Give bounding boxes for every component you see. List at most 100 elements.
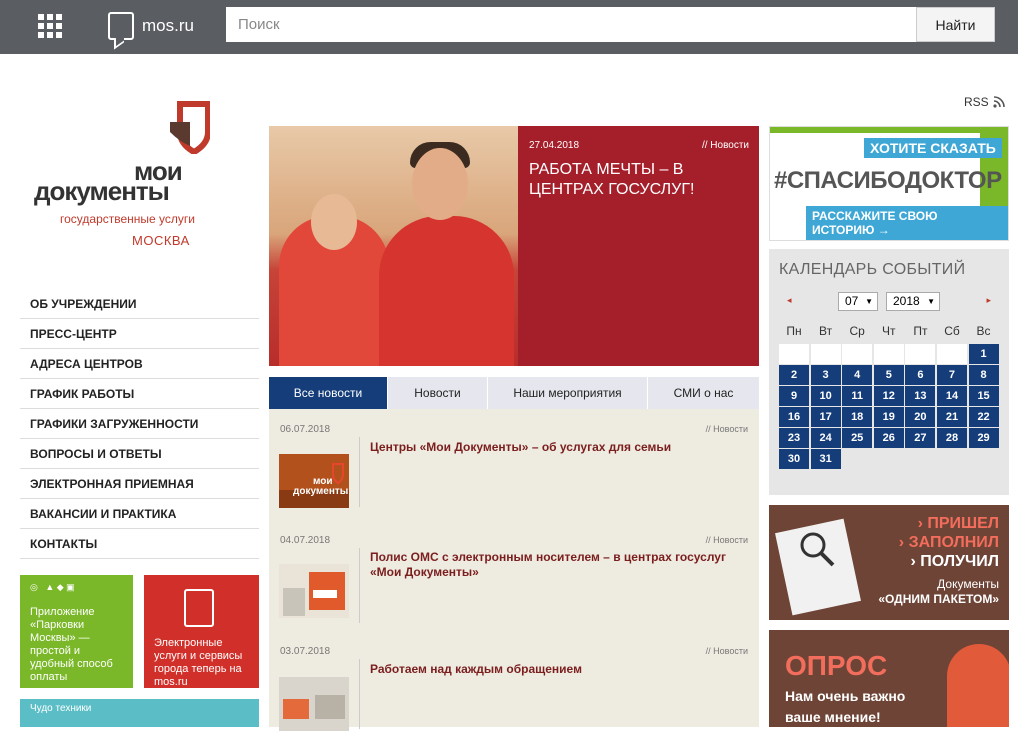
nav-item-faq[interactable]: ВОПРОСЫ И ОТВЕТЫ xyxy=(20,439,259,469)
calendar-day[interactable]: 9 xyxy=(779,386,809,406)
calendar-day[interactable]: 5 xyxy=(873,365,904,385)
calendar-day[interactable]: 15 xyxy=(968,386,999,406)
paket-line1: › ПРИШЕЛ xyxy=(917,515,999,532)
promo-eservices[interactable]: Электронные услуги и сервисы города тепе… xyxy=(144,575,259,688)
calendar-day[interactable]: 23 xyxy=(779,428,809,448)
calendar-day[interactable]: 25 xyxy=(842,428,873,448)
calendar-day[interactable]: 7 xyxy=(936,365,967,385)
tab-media[interactable]: СМИ о нас xyxy=(648,377,759,409)
spasibo-bottom-text: РАССКАЖИТЕ СВОЮ ИСТОРИЮ → xyxy=(806,206,1008,240)
calendar-weekday: Вт xyxy=(819,324,833,338)
calendar-day[interactable]: 30 xyxy=(779,449,809,469)
calendar-prev-icon[interactable]: ◂ xyxy=(787,295,792,306)
news-date: 03.07.2018 xyxy=(280,646,331,657)
news-category[interactable]: // Новости xyxy=(706,535,748,545)
news-category[interactable]: // Новости xyxy=(706,646,748,656)
calendar-empty-cell xyxy=(905,344,936,364)
calendar-day[interactable]: 1 xyxy=(968,344,999,364)
calendar-day[interactable]: 28 xyxy=(936,428,967,448)
nav-item-load-charts[interactable]: ГРАФИКИ ЗАГРУЖЕННОСТИ xyxy=(20,409,259,439)
calendar-day[interactable]: 29 xyxy=(968,428,999,448)
search-button[interactable]: Найти xyxy=(916,7,995,42)
calendar-month-select[interactable]: 07 ▼ xyxy=(838,292,878,311)
news-list: 06.07.2018 // Новости мои документы Цент… xyxy=(269,409,759,731)
news-title[interactable]: Работаем над каждым обращением xyxy=(370,662,750,677)
nav-item-e-reception[interactable]: ЭЛЕКТРОННАЯ ПРИЕМНАЯ xyxy=(20,469,259,499)
search-input[interactable] xyxy=(226,7,916,42)
news-category[interactable]: // Новости xyxy=(706,424,748,434)
news-title[interactable]: Полис ОМС с электронным носителем – в це… xyxy=(370,550,750,580)
calendar-day[interactable]: 22 xyxy=(968,407,999,427)
nav-item-about[interactable]: ОБ УЧРЕЖДЕНИИ xyxy=(20,289,259,319)
svg-text:документы: документы xyxy=(293,486,348,497)
rss-label: RSS xyxy=(964,95,989,109)
calendar-day[interactable]: 10 xyxy=(810,386,841,406)
calendar-day[interactable]: 20 xyxy=(905,407,936,427)
paket-line3: › ПОЛУЧИЛ xyxy=(910,553,999,570)
calendar-day[interactable]: 11 xyxy=(842,386,873,406)
calendar-title: КАЛЕНДАРЬ СОБЫТИЙ xyxy=(779,261,966,278)
moi-dokumenty-logo[interactable]: мои документы государственные услуги МОС… xyxy=(20,96,240,256)
mosru-logo-text: mos.ru xyxy=(142,16,194,35)
calendar-day[interactable]: 13 xyxy=(905,386,936,406)
calendar-day[interactable]: 12 xyxy=(873,386,904,406)
survey-sub1: Нам очень важно xyxy=(785,688,906,704)
calendar-empty-cell xyxy=(779,344,809,364)
calendar-day[interactable]: 8 xyxy=(968,365,999,385)
calendar-day[interactable]: 3 xyxy=(810,365,841,385)
calendar-next-icon[interactable]: ▸ xyxy=(986,295,991,306)
news-thumbnail[interactable] xyxy=(279,564,349,618)
calendar-day[interactable]: 21 xyxy=(936,407,967,427)
logo-line2: документы xyxy=(34,176,170,206)
rss-link[interactable]: RSS xyxy=(964,95,1005,109)
calendar-weekday: Пн xyxy=(786,324,802,338)
promo-parking-app[interactable]: ◎ ▲ ◆ ▣ Приложение «Парковки Москвы» — п… xyxy=(20,575,133,688)
calendar-month-value: 07 xyxy=(845,294,859,308)
news-thumbnail[interactable] xyxy=(279,677,349,731)
hero-banner[interactable]: 27.04.2018 // Новости РАБОТА МЕЧТЫ – В Ц… xyxy=(269,126,759,366)
paket-sub: Документы «ОДНИМ ПАКЕТОМ» xyxy=(878,577,999,607)
calendar-empty-cell xyxy=(810,344,841,364)
tab-news[interactable]: Новости xyxy=(388,377,488,409)
nav-item-schedule[interactable]: ГРАФИК РАБОТЫ xyxy=(20,379,259,409)
apps-grid-icon[interactable] xyxy=(38,14,62,38)
banner-spasibo-doktor[interactable]: ХОТИТЕ СКАЗАТЬ #СПАСИБОДОКТОР РАССКАЖИТЕ… xyxy=(769,126,1009,241)
survey-sub2: ваше мнение! xyxy=(785,709,881,725)
tab-events[interactable]: Наши мероприятия xyxy=(488,377,648,409)
calendar-day[interactable]: 4 xyxy=(842,365,873,385)
paket-lines: › ПРИШЕЛ › ЗАПОЛНИЛ › ПОЛУЧИЛ xyxy=(899,514,999,571)
calendar-day[interactable]: 2 xyxy=(779,365,809,385)
nav-item-addresses[interactable]: АДРЕСА ЦЕНТРОВ xyxy=(20,349,259,379)
nav-item-vacancies[interactable]: ВАКАНСИИ И ПРАКТИКА xyxy=(20,499,259,529)
calendar-day[interactable]: 16 xyxy=(779,407,809,427)
hero-title[interactable]: РАБОТА МЕЧТЫ – В ЦЕНТРАХ ГОСУСЛУГ! xyxy=(529,160,749,200)
calendar-day[interactable]: 17 xyxy=(810,407,841,427)
logo-subtitle: государственные услуги xyxy=(60,212,195,226)
calendar-day[interactable]: 19 xyxy=(873,407,904,427)
hero-date: 27.04.2018 xyxy=(529,140,580,151)
survey-title: ОПРОС xyxy=(785,650,888,681)
calendar-day[interactable]: 24 xyxy=(810,428,841,448)
calendar-day[interactable]: 6 xyxy=(905,365,936,385)
banner-survey[interactable]: ОПРОС Нам очень важно ваше мнение! xyxy=(769,630,1009,727)
calendar-empty-cell xyxy=(936,344,967,364)
calendar-day[interactable]: 18 xyxy=(842,407,873,427)
chevron-down-icon: ▼ xyxy=(865,297,873,306)
heart-icon xyxy=(947,644,1009,727)
news-title[interactable]: Центры «Мои Документы» – об услугах для … xyxy=(370,440,750,455)
calendar-day[interactable]: 14 xyxy=(936,386,967,406)
banner-one-package[interactable]: › ПРИШЕЛ › ЗАПОЛНИЛ › ПОЛУЧИЛ Документы … xyxy=(769,505,1009,620)
tab-all-news[interactable]: Все новости xyxy=(269,377,388,409)
calendar-day[interactable]: 27 xyxy=(905,428,936,448)
hero-category[interactable]: // Новости xyxy=(702,140,749,151)
promo-chudo-tekhniki[interactable]: Чудо техники xyxy=(20,699,259,727)
mosru-logo-icon xyxy=(108,12,134,40)
calendar-day[interactable]: 31 xyxy=(810,449,841,469)
nav-item-contacts[interactable]: КОНТАКТЫ xyxy=(20,529,259,559)
mosru-logo[interactable]: mos.ru xyxy=(108,10,194,42)
calendar-day[interactable]: 26 xyxy=(873,428,904,448)
calendar-year-select[interactable]: 2018 ▼ xyxy=(886,292,940,311)
calendar-weekday: Вс xyxy=(976,324,991,338)
nav-item-press[interactable]: ПРЕСС-ЦЕНТР xyxy=(20,319,259,349)
news-thumbnail[interactable]: мои документы xyxy=(279,454,349,508)
